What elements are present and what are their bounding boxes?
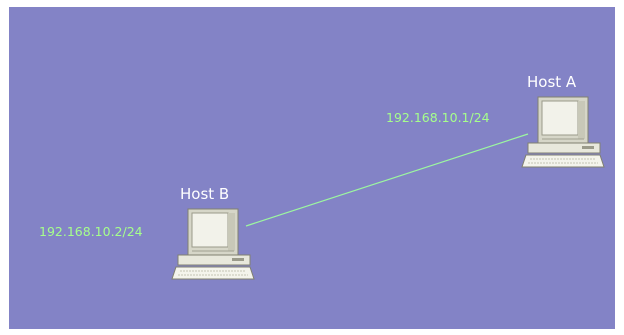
host-b-node[interactable]: Host B <box>164 183 256 293</box>
network-canvas: Host A Host B 192.168.10.1/24 192.168.10… <box>9 7 615 329</box>
host-a-ip-label: 192.168.10.1/24 <box>386 110 490 125</box>
host-a-node[interactable]: Host A <box>514 71 606 181</box>
diagram-frame: Host A Host B 192.168.10.1/24 192.168.10… <box>0 0 624 335</box>
host-a-label: Host A <box>527 73 577 91</box>
host-b-ip-label: 192.168.10.2/24 <box>39 224 143 239</box>
link-host-b-host-a[interactable] <box>245 133 529 227</box>
desktop-computer-icon <box>521 96 605 168</box>
host-b-label: Host B <box>180 185 230 203</box>
desktop-computer-icon <box>171 208 255 280</box>
